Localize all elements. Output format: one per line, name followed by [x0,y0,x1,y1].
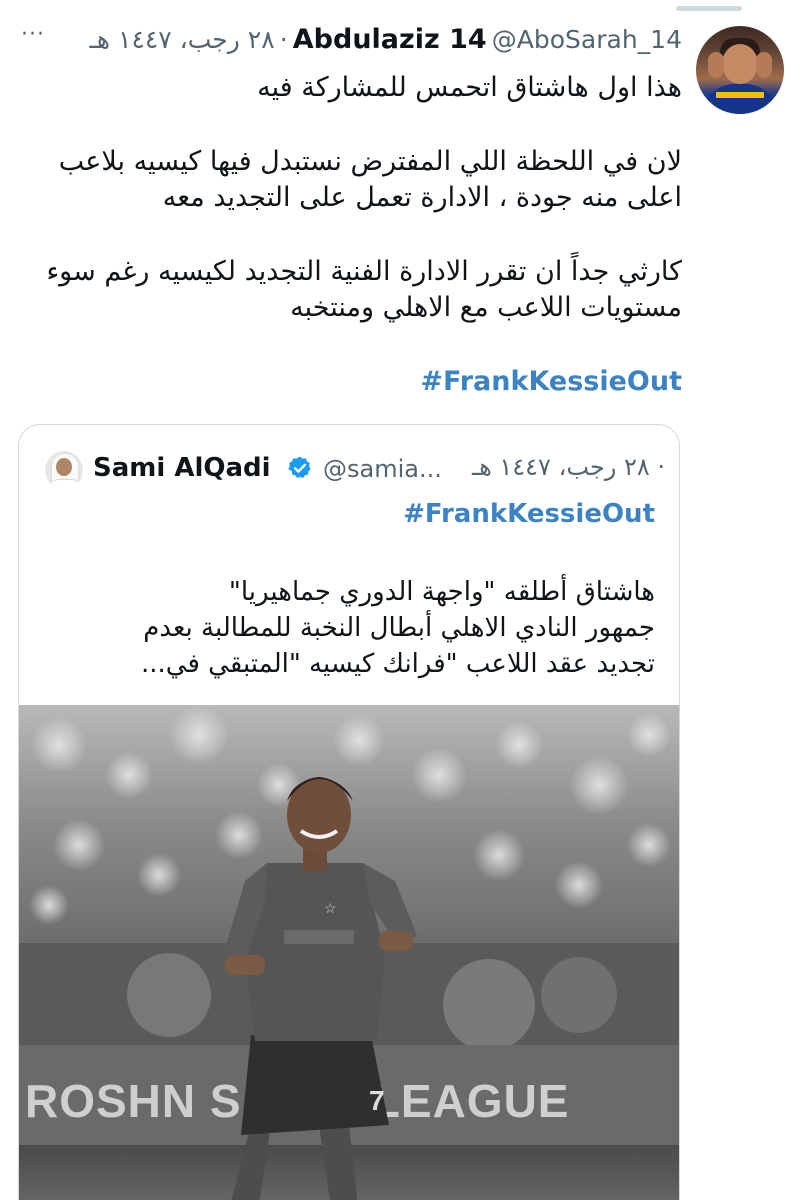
quoted-text-line: تجديد عقد اللاعب "فرانك كيسيه "المتبقي ف… [140,649,655,679]
quoted-tweet-card[interactable]: Sami AlQadi @samia... · ٢٨ رجب، ١٤٤٧ هـ … [18,424,680,1200]
svg-text:☆: ☆ [324,900,337,916]
player-photo-image: ROSHN SAUDI LEAGUE 7 [19,705,679,1200]
tweet-text-line: هذا اول هاشتاق اتحمس للمشاركة فيه [257,72,682,103]
quoted-author-handle[interactable]: @samia... [323,455,442,483]
tweet-text-line: لان في اللحظة اللي المفترض نستبدل فيها ك… [58,146,682,177]
more-options-button[interactable]: ··· [16,24,50,50]
player-number: 7 [369,1085,385,1116]
tweet-hashtag-link[interactable]: #FrankKessieOut [420,366,682,397]
quoted-tweet-date[interactable]: ٢٨ رجب، ١٤٤٧ هـ [472,453,650,481]
quoted-text-line: جمهور النادي الاهلي أبطال النخبة للمطالب… [143,613,655,643]
tweet-text-line: كارثي جداً ان تقرر الادارة الفنية التجدي… [46,256,682,287]
quoted-tweet-meta: · ٢٨ رجب، ١٤٤٧ هـ [449,453,665,481]
quoted-tweet-separator: · [657,453,665,481]
author-avatar[interactable] [696,26,784,114]
author-display-name[interactable]: Abdulaziz 14 [293,24,487,55]
tweet-text-line: اعلى منه جودة ، الادارة تعمل على التجديد… [162,182,682,213]
quoted-author-avatar[interactable] [45,451,83,489]
tweet-header: Abdulaziz 14 @AboSarah_14 · ٢٨ رجب، ١٤٤٧… [60,24,682,60]
verified-badge-icon [288,456,311,478]
quoted-tweet-photo[interactable]: ROSHN SAUDI LEAGUE 7 [19,705,679,1200]
quoted-text-line: هاشتاق أطلقه "واجهة الدوري جماهيريا" [228,577,655,607]
tweet-detail-screen: ··· Abdulaziz 14 @AboSarah_14 · ٢٨ رجب، … [0,0,800,1200]
author-handle[interactable]: @AboSarah_14 [492,25,682,54]
header-separator: · [279,25,288,54]
tweet-date[interactable]: ٢٨ رجب، ١٤٤٧ هـ [90,25,275,54]
tweet-text-line: مستويات اللاعب مع الاهلي ومنتخبه [290,292,682,323]
more-horizontal-icon: ··· [21,22,45,47]
quoted-hashtag-link[interactable]: #FrankKessieOut [403,499,655,529]
top-scroll-indicator [676,6,742,11]
quoted-author-display-name[interactable]: Sami AlQadi [93,453,271,483]
